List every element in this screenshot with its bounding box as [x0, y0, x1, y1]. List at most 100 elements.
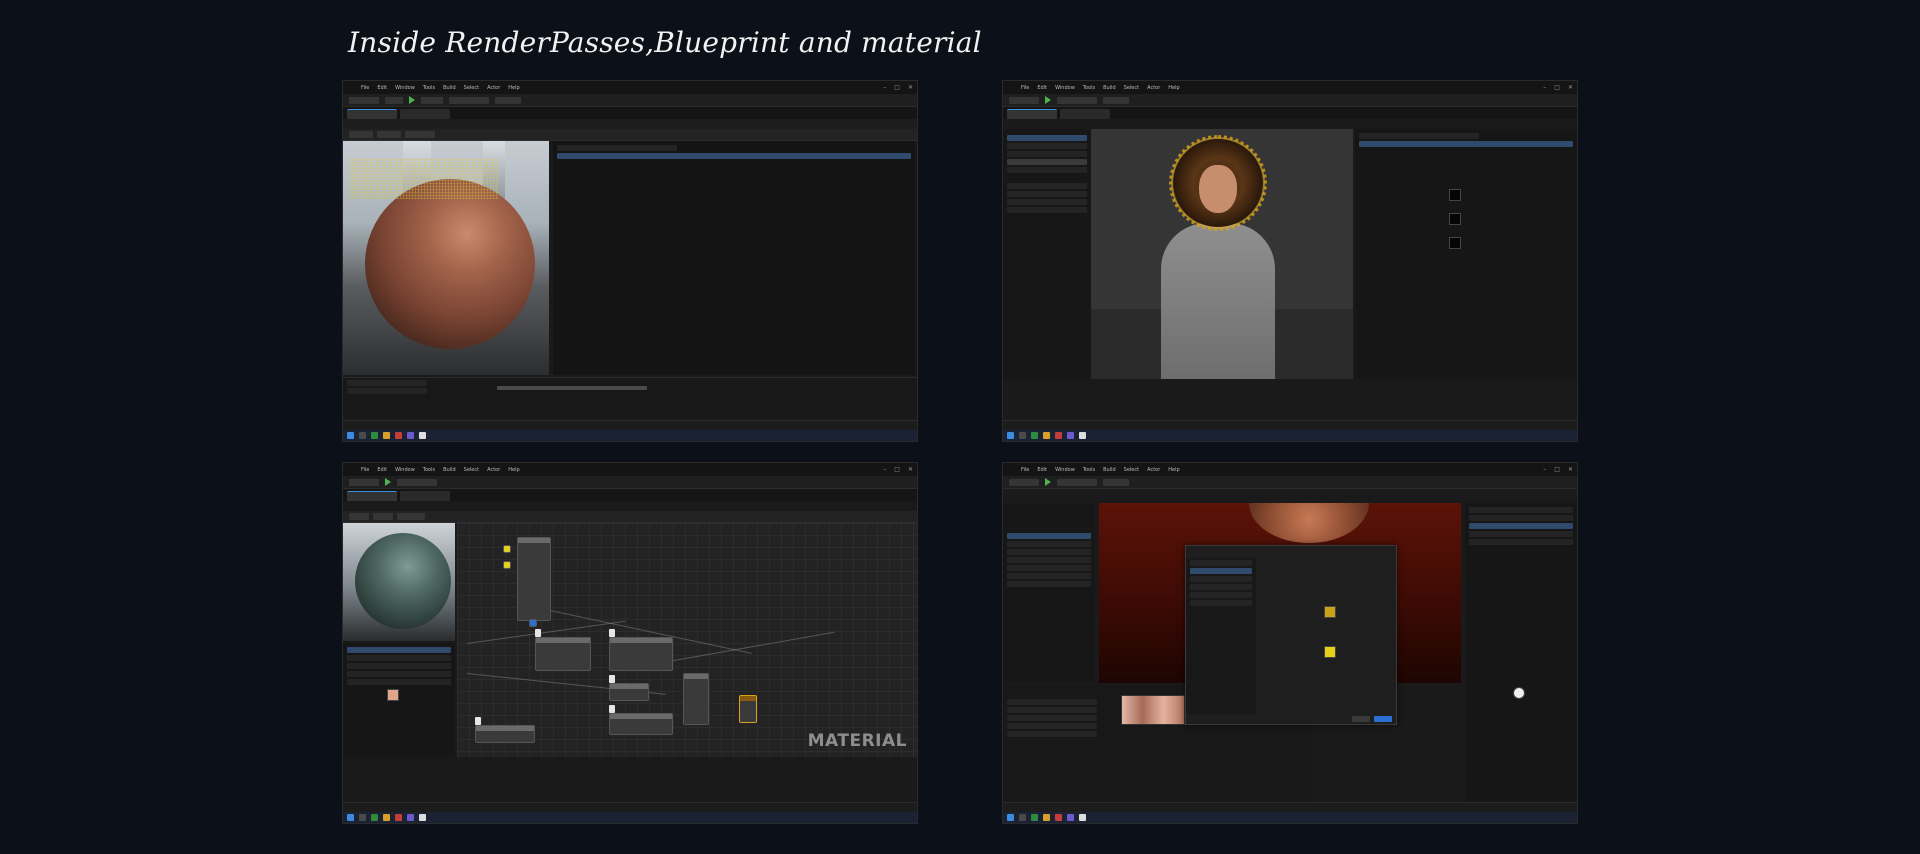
menu-item[interactable]: Select: [464, 467, 479, 473]
taskbar-app-icon[interactable]: [407, 432, 414, 439]
play-icon[interactable]: [385, 478, 391, 486]
search-icon[interactable]: [359, 432, 366, 439]
component-item[interactable]: [1007, 159, 1087, 165]
menu-item[interactable]: Actor: [487, 85, 500, 91]
place-item[interactable]: [1007, 565, 1091, 571]
graph-node-texcoord[interactable]: [529, 619, 537, 627]
minimize-icon[interactable]: –: [1543, 84, 1546, 91]
graph-node-constant[interactable]: [503, 561, 511, 569]
windows-start-icon[interactable]: [347, 814, 354, 821]
graph-node[interactable]: [609, 713, 673, 735]
tab-level[interactable]: [347, 109, 397, 119]
settings-category[interactable]: [1190, 584, 1252, 590]
save-button[interactable]: [349, 513, 369, 520]
taskbar-app-icon[interactable]: [1067, 432, 1074, 439]
play-icon[interactable]: [1045, 478, 1051, 486]
sequencer-track[interactable]: [1007, 707, 1097, 713]
toolbar-button[interactable]: [385, 96, 403, 104]
shot-thumbnails[interactable]: [1121, 695, 1185, 725]
graph-comment[interactable]: [475, 717, 481, 725]
material-swatch[interactable]: [1449, 213, 1461, 225]
graph-node[interactable]: [683, 673, 709, 725]
menu-item[interactable]: Edit: [377, 467, 387, 473]
toolbar-button[interactable]: [349, 478, 379, 486]
sequencer-track[interactable]: [1007, 715, 1097, 721]
menu-item[interactable]: Select: [1124, 467, 1139, 473]
taskbar-app-icon[interactable]: [1079, 432, 1086, 439]
taskbar-app-icon[interactable]: [371, 814, 378, 821]
material-swatch[interactable]: [1449, 189, 1461, 201]
blueprint-viewport[interactable]: [1091, 129, 1353, 379]
play-icon[interactable]: [1045, 96, 1051, 104]
menu-item[interactable]: Help: [1168, 467, 1179, 473]
hierarchy-button[interactable]: [405, 131, 435, 138]
graph-node-constant[interactable]: [503, 545, 511, 553]
menu-item[interactable]: Window: [395, 467, 415, 473]
place-item[interactable]: [1007, 549, 1091, 555]
outliner-item[interactable]: [1469, 539, 1573, 545]
details-section[interactable]: [347, 647, 451, 653]
toolbar-button[interactable]: [1057, 478, 1097, 486]
graph-comment[interactable]: [609, 705, 615, 713]
menu-item[interactable]: Help: [508, 85, 519, 91]
variable-item[interactable]: [1007, 191, 1087, 197]
toolbar-button[interactable]: [397, 478, 437, 486]
search-input[interactable]: [1359, 133, 1479, 139]
settings-category[interactable]: [1190, 576, 1252, 582]
toolbar-button[interactable]: [349, 96, 379, 104]
details-property[interactable]: [347, 671, 451, 677]
maximize-icon[interactable]: □: [1554, 466, 1560, 473]
graph-node[interactable]: [535, 637, 591, 671]
settings-category[interactable]: [1190, 560, 1252, 566]
component-item[interactable]: [1007, 151, 1087, 157]
outliner-item[interactable]: [1469, 531, 1573, 537]
menu-item[interactable]: Tools: [423, 85, 435, 91]
taskbar-app-icon[interactable]: [383, 432, 390, 439]
material-preview-viewport[interactable]: [343, 141, 549, 375]
cancel-button[interactable]: [1352, 716, 1370, 722]
search-input[interactable]: [557, 145, 677, 151]
play-icon[interactable]: [409, 96, 415, 104]
stats-button[interactable]: [397, 513, 425, 520]
component-item[interactable]: [1007, 143, 1087, 149]
place-item[interactable]: [1007, 541, 1091, 547]
search-icon[interactable]: [359, 814, 366, 821]
sequencer-track[interactable]: [347, 388, 427, 394]
variable-item[interactable]: [1007, 207, 1087, 213]
component-item[interactable]: [1007, 135, 1087, 141]
menu-item[interactable]: Select: [1124, 85, 1139, 91]
component-item[interactable]: [1007, 167, 1087, 173]
graph-node[interactable]: [475, 725, 535, 743]
menu-item[interactable]: Edit: [1037, 85, 1047, 91]
menu-item[interactable]: Help: [508, 467, 519, 473]
taskbar-app-icon[interactable]: [395, 432, 402, 439]
menu-item[interactable]: Build: [443, 467, 456, 473]
close-icon[interactable]: ✕: [1568, 84, 1573, 91]
material-ball-thumbnail[interactable]: [1513, 687, 1525, 699]
outliner-item[interactable]: [1469, 515, 1573, 521]
search-icon[interactable]: [1019, 814, 1026, 821]
menu-item[interactable]: Window: [1055, 85, 1075, 91]
taskbar-app-icon[interactable]: [1079, 814, 1086, 821]
menu-item[interactable]: Actor: [1147, 85, 1160, 91]
color-swatch[interactable]: [387, 689, 399, 701]
graph-node[interactable]: [517, 537, 551, 621]
toolbar-button[interactable]: [421, 96, 443, 104]
taskbar-app-icon[interactable]: [1031, 814, 1038, 821]
taskbar-app-icon[interactable]: [1067, 814, 1074, 821]
variables-section[interactable]: [1007, 183, 1087, 189]
menu-item[interactable]: Help: [1168, 85, 1179, 91]
sequencer-track[interactable]: [1007, 723, 1097, 729]
windows-start-icon[interactable]: [347, 432, 354, 439]
toolbar-button[interactable]: [449, 96, 489, 104]
menu-item[interactable]: Build: [443, 85, 456, 91]
taskbar-app-icon[interactable]: [1055, 814, 1062, 821]
place-item[interactable]: [1007, 573, 1091, 579]
toolbar-button[interactable]: [1009, 478, 1039, 486]
settings-category[interactable]: [1190, 592, 1252, 598]
place-item[interactable]: [1007, 557, 1091, 563]
taskbar-app-icon[interactable]: [419, 432, 426, 439]
graph-node[interactable]: [609, 683, 649, 701]
timeline-scrubber[interactable]: [497, 386, 647, 390]
material-output-node[interactable]: [739, 695, 757, 723]
